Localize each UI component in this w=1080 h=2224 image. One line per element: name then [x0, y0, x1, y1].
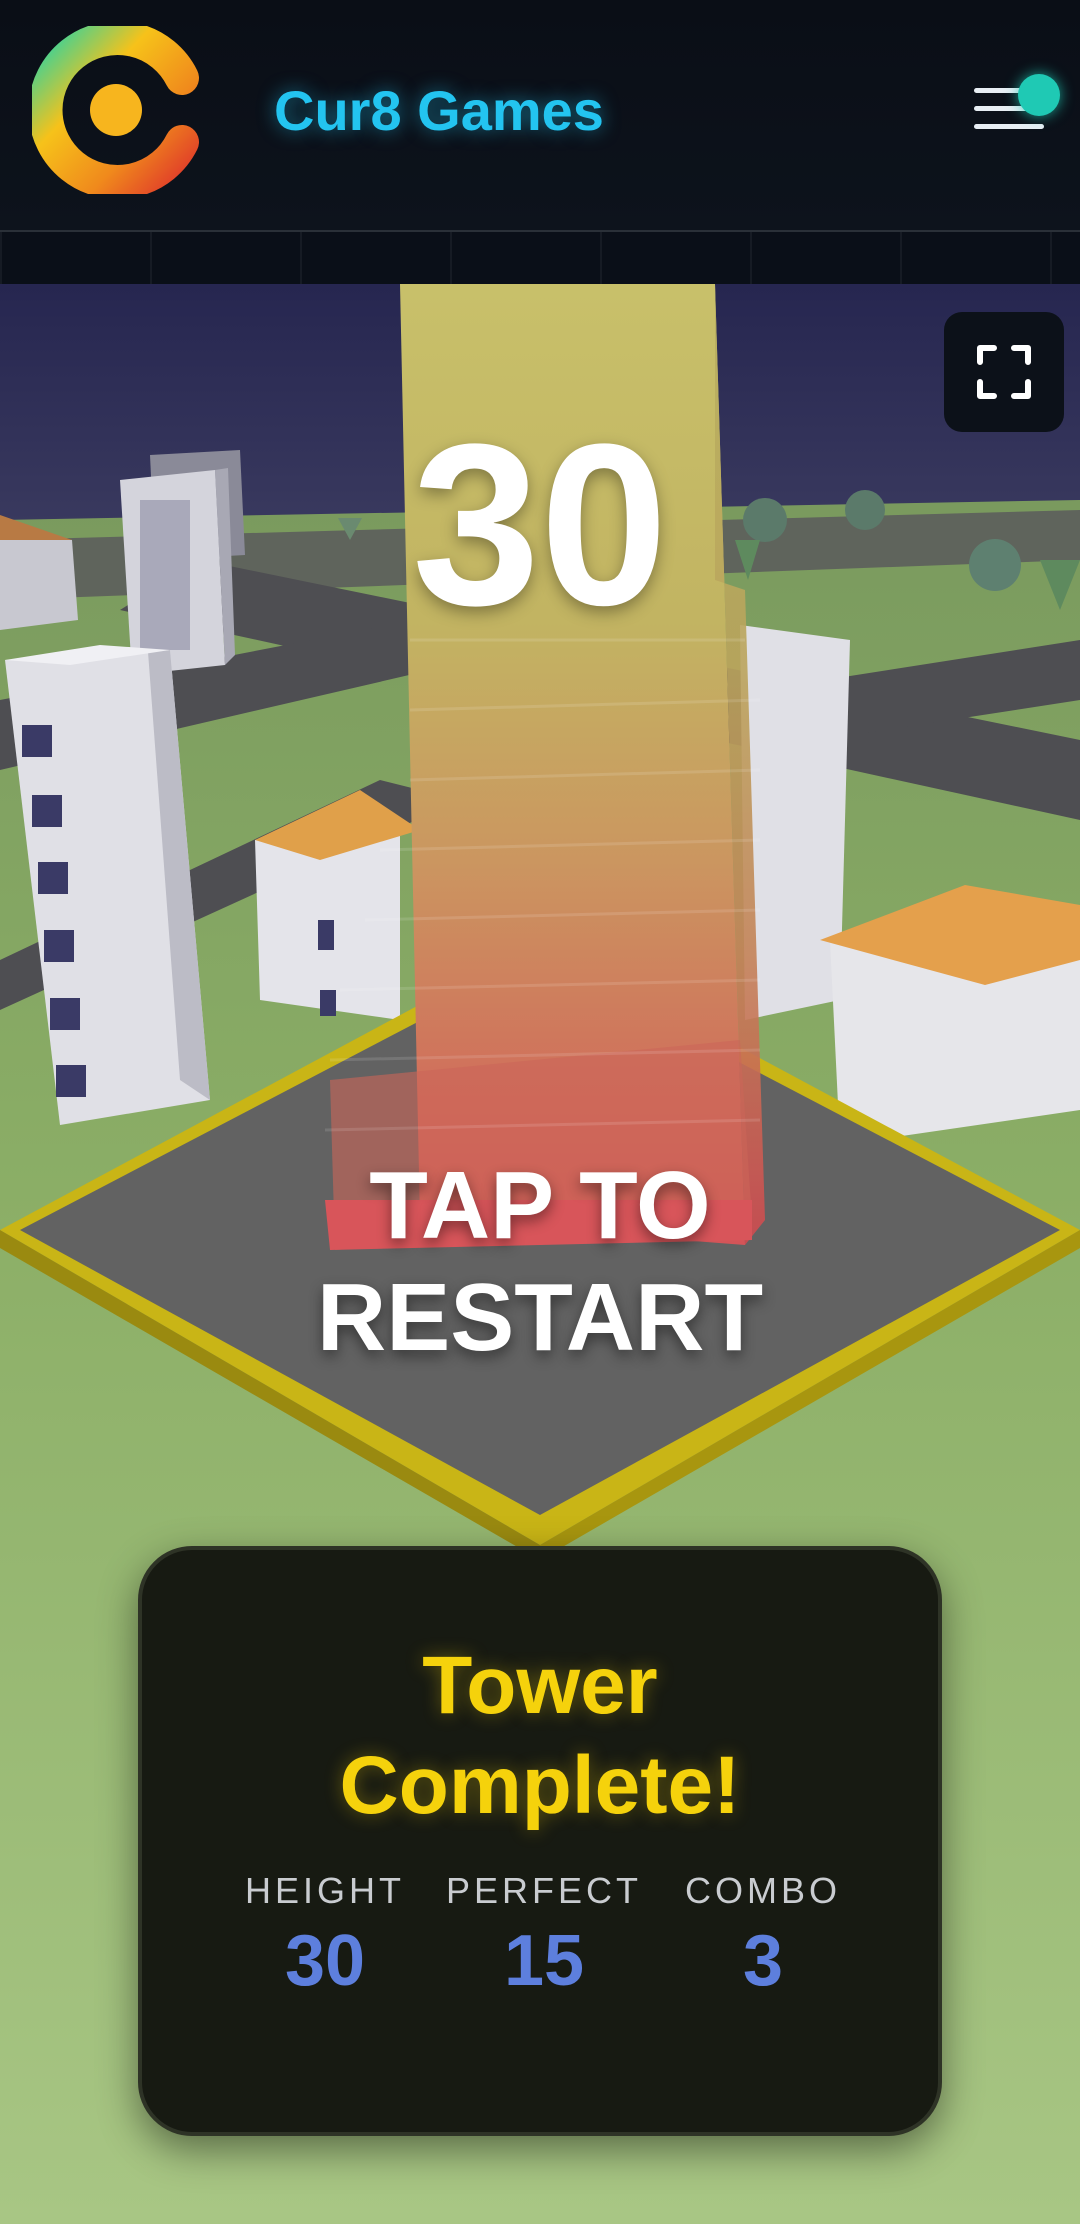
panel-title: Tower Complete! [142, 1636, 938, 1836]
panel-title-line-1: Tower [422, 1640, 658, 1731]
stat-combo: COMBO 3 [653, 1870, 873, 2002]
panel-title-line-2: Complete! [339, 1740, 741, 1831]
header-strip [0, 232, 1080, 284]
brand-name[interactable]: Cur8 Games [274, 78, 604, 143]
app-header: Cur8 Games [0, 0, 1080, 232]
restart-line-1: TAP TO [369, 1152, 711, 1259]
stat-value: 30 [284, 1921, 366, 2001]
stat-value: 15 [503, 1921, 585, 2001]
tower-complete-panel: Tower Complete! HEIGHT 30 PERFECT 15 COM… [138, 1546, 942, 2136]
tap-to-restart[interactable]: TAP TO RESTART [0, 1150, 1080, 1374]
hamburger-menu-icon-bar [974, 124, 1044, 129]
stat-height: HEIGHT 30 [215, 1870, 435, 2002]
stat-label: HEIGHT [244, 1870, 405, 1911]
notification-dot [1018, 74, 1060, 116]
stat-label: PERFECT [445, 1870, 642, 1911]
stat-perfect: PERFECT 15 [434, 1870, 654, 2002]
score-display: 30 [412, 396, 668, 653]
restart-line-2: RESTART [316, 1264, 764, 1371]
stat-label: COMBO [684, 1870, 841, 1911]
cur8-logo[interactable] [32, 26, 200, 194]
stat-value: 3 [742, 1921, 784, 2001]
